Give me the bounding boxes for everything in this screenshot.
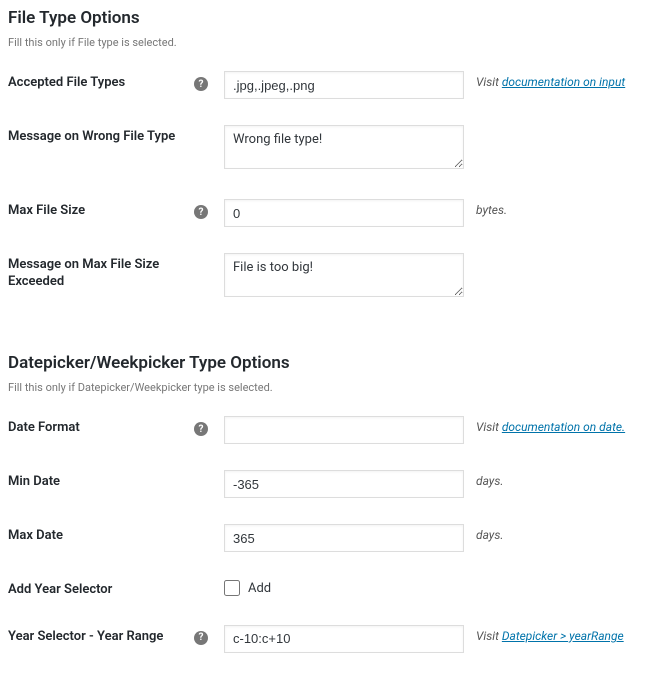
note-accepted-types: Visit documentation on input bbox=[464, 71, 646, 89]
row-max-size: Max File Size ? bytes. bbox=[8, 199, 646, 227]
label-accepted-types: Accepted File Types bbox=[8, 75, 188, 92]
row-accepted-types: Accepted File Types ? Visit documentatio… bbox=[8, 71, 646, 99]
label-min-date: Min Date bbox=[8, 474, 208, 491]
link-date-docs[interactable]: documentation on date. bbox=[502, 420, 625, 434]
note-max-size: bytes. bbox=[464, 199, 646, 217]
label-max-date: Max Date bbox=[8, 528, 208, 545]
row-min-date: Min Date days. bbox=[8, 470, 646, 498]
help-icon[interactable]: ? bbox=[194, 422, 208, 436]
label-max-size-msg: Message on Max File Size Exceeded bbox=[8, 257, 208, 291]
help-icon[interactable]: ? bbox=[194, 77, 208, 91]
section-subtitle-datepicker: Fill this only if Datepicker/Weekpicker … bbox=[8, 381, 646, 394]
wrong-type-msg-textarea[interactable]: Wrong file type! bbox=[224, 125, 464, 169]
note-date-format: Visit documentation on date. bbox=[464, 416, 646, 434]
row-max-date: Max Date days. bbox=[8, 524, 646, 552]
max-size-input[interactable] bbox=[224, 199, 464, 227]
label-year-range: Year Selector - Year Range bbox=[8, 629, 188, 646]
link-input-docs[interactable]: documentation on input bbox=[502, 75, 625, 89]
label-max-size: Max File Size bbox=[8, 203, 188, 220]
max-date-input[interactable] bbox=[224, 524, 464, 552]
section-subtitle-file: Fill this only if File type is selected. bbox=[8, 36, 646, 49]
note-max-date: days. bbox=[464, 524, 646, 542]
accepted-types-input[interactable] bbox=[224, 71, 464, 99]
row-year-range: Year Selector - Year Range ? Visit Datep… bbox=[8, 625, 646, 653]
help-icon[interactable]: ? bbox=[194, 631, 208, 645]
row-date-format: Date Format ? Visit documentation on dat… bbox=[8, 416, 646, 444]
year-selector-checkbox[interactable] bbox=[224, 580, 240, 596]
help-icon[interactable]: ? bbox=[194, 205, 208, 219]
row-wrong-type-msg: Message on Wrong File Type Wrong file ty… bbox=[8, 125, 646, 173]
date-format-input[interactable] bbox=[224, 416, 464, 444]
year-range-input[interactable] bbox=[224, 625, 464, 653]
label-date-format: Date Format bbox=[8, 420, 188, 437]
note-min-date: days. bbox=[464, 470, 646, 488]
note-year-range: Visit Datepicker > yearRange bbox=[464, 625, 646, 643]
link-yearrange-docs[interactable]: Datepicker > yearRange bbox=[502, 629, 624, 643]
row-max-size-msg: Message on Max File Size Exceeded File i… bbox=[8, 253, 646, 301]
max-size-msg-textarea[interactable]: File is too big! bbox=[224, 253, 464, 297]
section-title-datepicker: Datepicker/Weekpicker Type Options bbox=[8, 353, 646, 373]
label-year-selector: Add Year Selector bbox=[8, 582, 208, 599]
section-title-file: File Type Options bbox=[8, 8, 646, 28]
year-selector-checkbox-label: Add bbox=[248, 581, 271, 596]
min-date-input[interactable] bbox=[224, 470, 464, 498]
row-year-selector: Add Year Selector Add bbox=[8, 578, 646, 599]
label-wrong-type-msg: Message on Wrong File Type bbox=[8, 129, 208, 146]
